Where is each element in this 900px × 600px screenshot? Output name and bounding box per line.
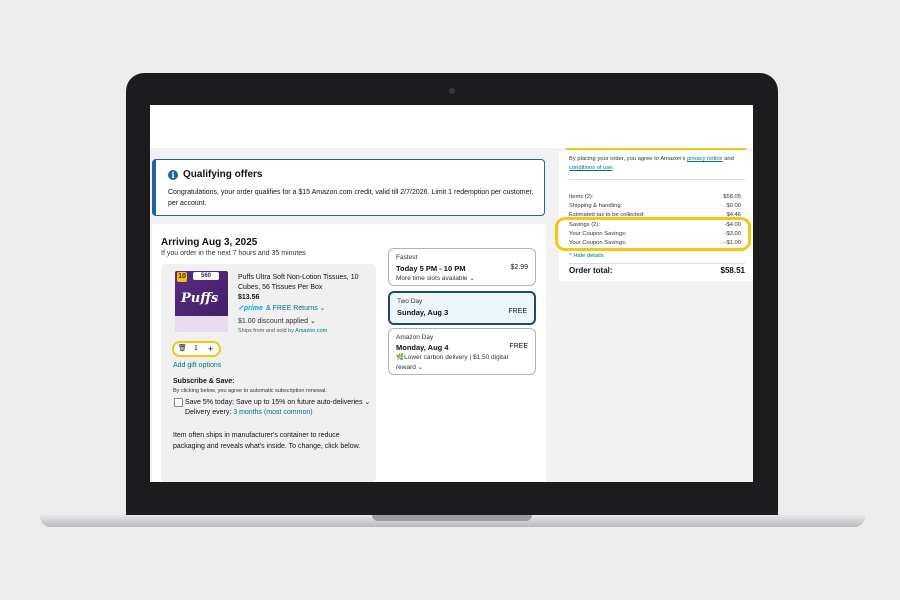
arrival-heading: Arriving Aug 3, 2025 (161, 237, 258, 248)
agree-end: . (612, 165, 615, 171)
agreement-text: By placing your order, you agree to Amaz… (569, 155, 745, 173)
product-title[interactable]: Puffs Ultra Soft Non-Lotion Tissues, 10 … (238, 273, 368, 293)
plus-icon[interactable]: + (208, 343, 213, 355)
info-icon: i (168, 170, 178, 180)
subscribe-option-label[interactable]: Save 5% today; Save up to 15% on future … (185, 398, 370, 406)
delivery-frequency: Delivery every: 3 months (most common) (185, 409, 313, 416)
divider (569, 179, 745, 180)
more-time-slots-link[interactable]: More time slots available ⌄ (396, 274, 475, 282)
shipping-option-cost: $2.99 (510, 264, 528, 271)
agree-prefix: By placing your order, you agree to Amaz… (569, 156, 688, 162)
shipping-option-label: Two Day (397, 298, 423, 305)
shipping-option-two-day[interactable]: Two Day Sunday, Aug 3 FREE (388, 291, 536, 325)
offer-text: Congratulations, your order qualifies fo… (168, 189, 534, 207)
shipping-option-cost: FREE (509, 343, 528, 350)
cart-item: 10 560 Puffs Puffs Ultra Soft Non-Lotion… (161, 264, 376, 482)
order-total-value: $58.51 (720, 266, 745, 275)
shipping-option-day: Monday, Aug 4 (396, 343, 449, 352)
shipping-option-label: Fastest (396, 254, 418, 261)
subscribe-save-note: By clicking below, you agree to automati… (173, 388, 327, 394)
summary-value: $0.00 (726, 203, 741, 209)
shipping-option-day: Today 5 PM - 10 PM (396, 264, 466, 273)
summary-label: Items (2): (569, 194, 594, 200)
trash-icon[interactable]: 🗑 (178, 343, 187, 355)
offer-title: Qualifying offers (183, 169, 263, 180)
delivery-frequency-link[interactable]: 3 months (most common) (233, 409, 312, 416)
page-header-area (150, 105, 753, 148)
add-gift-options-link[interactable]: Add gift options (173, 362, 221, 369)
conditions-of-use-link[interactable]: conditions of use (569, 165, 613, 171)
summary-value: $58.05 (723, 194, 741, 200)
laptop-notch (372, 515, 532, 521)
qualifying-offers-banner: i Qualifying offers Congratulations, you… (152, 159, 545, 216)
product-price: $13.56 (238, 294, 260, 301)
ships-from-text: Ships from and sold by Amazon.com (238, 328, 327, 334)
image-brand-logo: Puffs (181, 291, 219, 306)
free-returns-link[interactable]: & FREE Returns ⌄ (266, 304, 326, 312)
quantity-stepper: 🗑 1 + (172, 341, 221, 357)
subscribe-checkbox[interactable] (174, 398, 183, 407)
shipping-option-amazon-day[interactable]: Amazon Day Monday, Aug 4 FREE 🌿Lower car… (388, 328, 536, 375)
subscribe-save-title: Subscribe & Save: (173, 378, 235, 385)
discount-dropdown[interactable]: $1.00 discount applied ⌄ (238, 317, 316, 325)
shipping-option-label: Amazon Day (396, 334, 434, 341)
delivery-section: Arriving Aug 3, 2025 If you order in the… (152, 224, 546, 482)
hide-details-link[interactable]: ^ Hide details (569, 253, 604, 259)
camera-icon (449, 88, 455, 94)
shipping-option-day: Sunday, Aug 3 (397, 308, 449, 317)
summary-row-shipping: Shipping & handling: $0.00 (569, 203, 741, 209)
privacy-notice-link[interactable]: privacy notice (687, 156, 722, 162)
divider (569, 263, 745, 264)
delivery-every-label: Delivery every: (185, 409, 234, 416)
seller-link[interactable]: Amazon.com (295, 328, 327, 334)
agree-and: and (722, 156, 734, 162)
shipping-option-cost: FREE (508, 308, 527, 315)
prime-badge: ✓prime (238, 305, 263, 312)
lower-carbon-note[interactable]: 🌿Lower carbon delivery | $1.50 digital r… (396, 353, 524, 373)
place-order-button-edge[interactable] (566, 148, 746, 150)
savings-highlight-outline (555, 217, 751, 251)
product-image[interactable]: 10 560 Puffs (175, 271, 228, 332)
image-sheets-badge: 560 (193, 272, 219, 280)
image-count-badge: 10 (177, 272, 187, 282)
manufacturer-note: Item often ships in manufacturer's conta… (173, 432, 361, 450)
shipping-option-fastest[interactable]: Fastest Today 5 PM - 10 PM $2.99 More ti… (388, 248, 536, 286)
quantity-value: 1 (194, 345, 198, 352)
order-summary: By placing your order, you agree to Amaz… (559, 151, 753, 281)
image-packaging-band (175, 316, 228, 332)
summary-row-items: Items (2): $58.05 (569, 194, 741, 200)
order-time-note: If you order in the next 7 hours and 35 … (161, 250, 306, 257)
order-total-label: Order total: (569, 266, 613, 275)
ships-from-prefix: Ships from and sold by (238, 328, 296, 334)
summary-label: Shipping & handling: (569, 203, 623, 209)
screen: i Qualifying offers Congratulations, you… (150, 105, 753, 482)
